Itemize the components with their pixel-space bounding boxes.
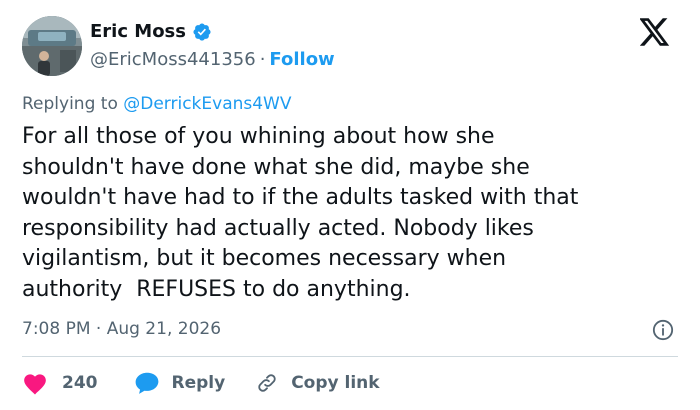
replying-to-label: Replying to — [22, 94, 124, 114]
tweet-text: For all those of you whining about how s… — [22, 124, 579, 302]
separator-dot: · — [259, 49, 266, 70]
copy-link-label: Copy link — [291, 373, 380, 393]
heart-icon — [24, 374, 46, 395]
follow-button[interactable]: Follow — [269, 49, 334, 70]
tweet-timestamp[interactable]: 7:08 PM · Aug 21, 2026 — [22, 317, 221, 341]
author-name[interactable]: Eric Moss — [90, 20, 186, 44]
replying-to: Replying to @DerrickEvans4WV — [22, 92, 292, 116]
link-icon — [258, 374, 276, 392]
avatar[interactable] — [22, 16, 82, 76]
author-handle[interactable]: @EricMoss441356 — [90, 49, 256, 70]
action-bar: 240 Reply Copy link — [22, 368, 380, 398]
tweet-embed-card: Eric Moss @EricMoss441356 · Follow Replyin… — [0, 0, 700, 410]
like-button[interactable]: 240 — [22, 371, 98, 395]
divider — [22, 356, 678, 357]
copy-link-button[interactable]: Copy link — [255, 372, 380, 394]
reply-label: Reply — [171, 373, 226, 393]
like-count: 240 — [62, 373, 98, 393]
reply-button[interactable]: Reply — [134, 371, 226, 395]
author-name-row: Eric Moss — [90, 20, 212, 44]
verified-badge-icon — [193, 23, 211, 41]
author-handle-row: @EricMoss441356 · Follow — [90, 47, 335, 73]
replying-to-mention[interactable]: @DerrickEvans4WV — [123, 94, 291, 114]
x-logo-icon[interactable] — [640, 18, 670, 46]
reply-bubble-icon — [135, 372, 158, 394]
info-icon[interactable] — [652, 319, 674, 341]
